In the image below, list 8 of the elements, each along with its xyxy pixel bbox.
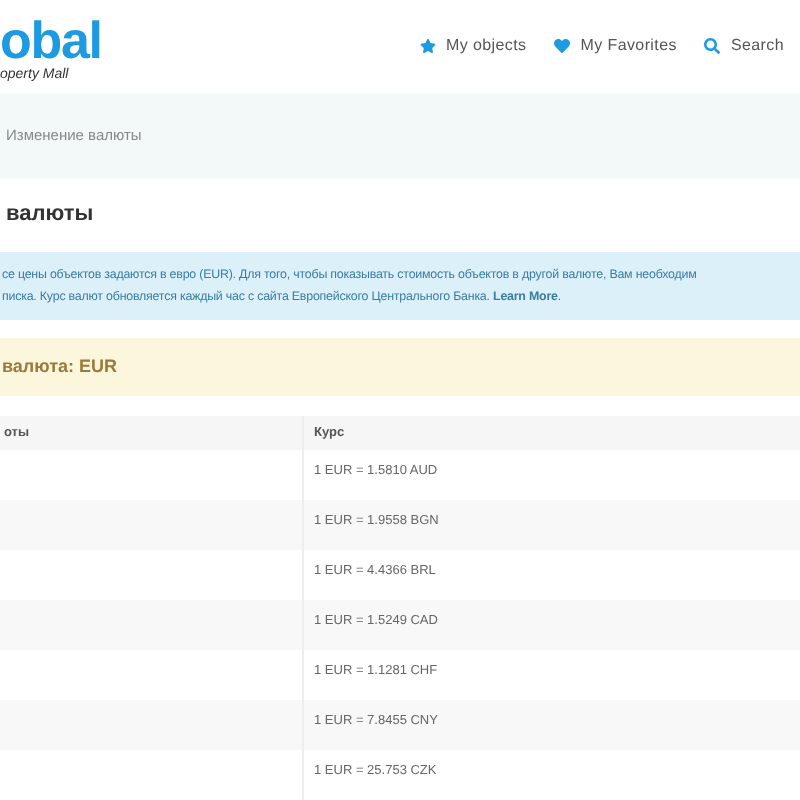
heart-icon: [554, 38, 571, 55]
page-title: валюты: [6, 200, 94, 231]
search-icon: [704, 38, 721, 55]
current-currency: валюта: EUR: [2, 353, 118, 380]
star-icon: [420, 38, 437, 55]
nav-link[interactable]: My objects: [420, 34, 527, 59]
nav-link[interactable]: Search: [704, 34, 784, 59]
nav-link[interactable]: My Favorites: [554, 34, 677, 59]
